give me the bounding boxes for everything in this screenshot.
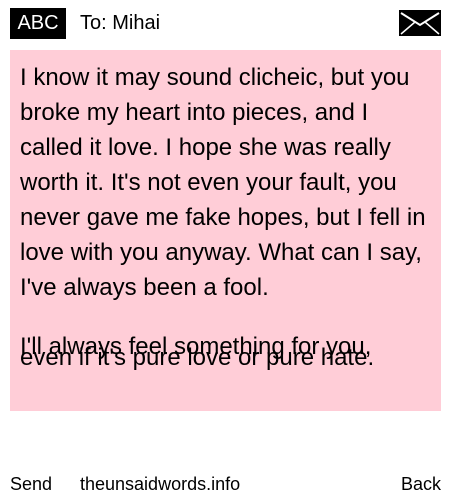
softkey-bar: Send theunsaidwords.info Back	[0, 468, 450, 500]
site-label: theunsaidwords.info	[80, 474, 241, 494]
recipient-field[interactable]: To: Mihai	[80, 8, 160, 39]
message-text: I know it may sound clicheic, but you br…	[20, 64, 433, 301]
message-body[interactable]: I know it may sound clicheic, but you br…	[10, 50, 441, 411]
back-button[interactable]: Back	[401, 468, 441, 500]
input-mode-indicator: ABC	[10, 8, 66, 39]
send-button[interactable]: Send	[10, 468, 52, 500]
message-line-overlap-2: even if it's pure love or pure hate.	[20, 344, 375, 371]
envelope-icon	[399, 10, 441, 36]
message-header: ABC To: Mihai	[0, 0, 450, 46]
